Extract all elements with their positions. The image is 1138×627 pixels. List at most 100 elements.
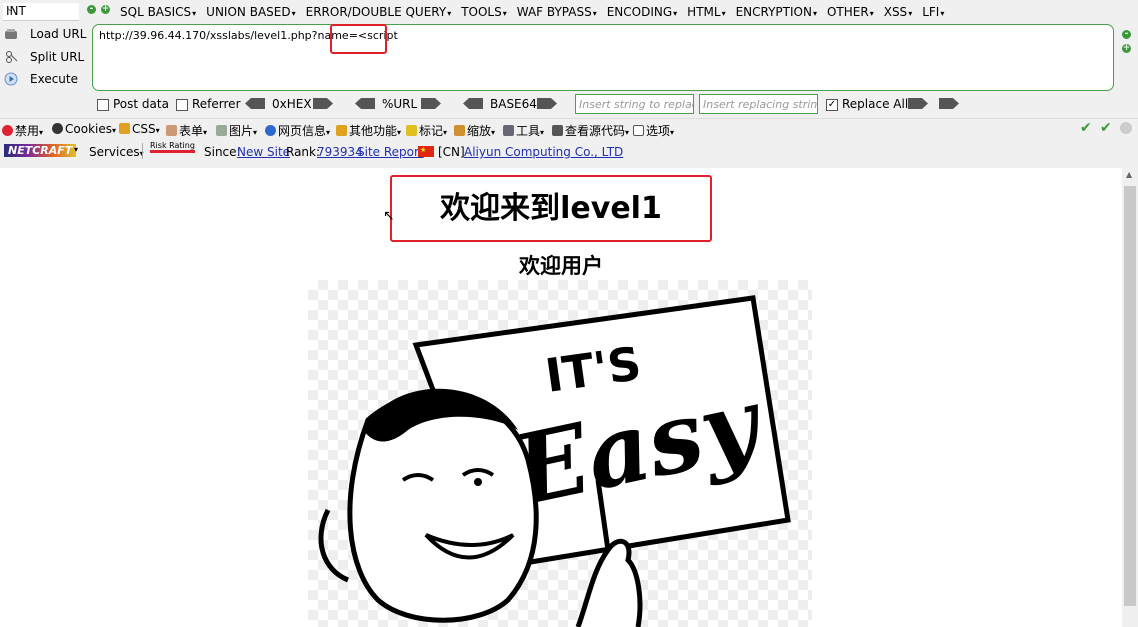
options-icon	[633, 125, 644, 136]
page-title: 欢迎来到level1	[390, 175, 712, 242]
disable-icon	[2, 125, 13, 136]
replace-all-label: Replace All	[842, 97, 909, 111]
toolbar-view-source[interactable]: 查看源代码	[552, 122, 629, 139]
hex-encode-arrow-icon[interactable]	[313, 98, 333, 109]
base64-encode-arrow-icon[interactable]	[537, 98, 557, 109]
load-url-button[interactable]: Load URL	[4, 27, 86, 41]
toolbar-disable[interactable]: 禁用	[2, 122, 43, 139]
menu-encryption[interactable]: ENCRYPTION	[736, 5, 817, 19]
menu-union-based[interactable]: UNION BASED	[206, 5, 295, 19]
chevron-down-icon[interactable]: ▾	[74, 145, 78, 154]
check-icon: ✔	[1100, 120, 1112, 136]
menu-encoding[interactable]: ENCODING	[607, 5, 677, 19]
country-code: [CN]	[438, 145, 465, 159]
toolbar-images[interactable]: 图片	[216, 122, 257, 139]
user-icon	[52, 123, 63, 134]
status-circle-icon	[1120, 122, 1132, 134]
toolbar-resize[interactable]: 缩放	[454, 122, 495, 139]
hackbar-menu-list: SQL BASICS UNION BASED ERROR/DOUBLE QUER…	[120, 5, 944, 19]
execute-button[interactable]: Execute	[4, 72, 78, 86]
hosting-link[interactable]: Aliyun Computing Co., LTD	[464, 145, 623, 159]
url-textarea[interactable]: http://39.96.44.170/xsslabs/level1.php?n…	[92, 24, 1114, 91]
scrollbar-thumb[interactable]	[1124, 186, 1136, 606]
replace-string-input[interactable]: Insert string to replace	[575, 94, 694, 114]
menu-xss[interactable]: XSS	[884, 5, 912, 19]
referrer-checkbox[interactable]	[176, 99, 188, 111]
toolbar-view-source-label: 查看源代码	[565, 124, 626, 138]
hackbar: INT ⌄ - + SQL BASICS UNION BASED ERROR/D…	[0, 0, 1138, 168]
hackbar-commands: Load URL Split URL Execute	[0, 24, 90, 92]
payload-highlight-box	[330, 24, 387, 54]
welcome-subtitle: 欢迎用户	[519, 254, 603, 278]
toolbar-options-label: 选项	[646, 124, 671, 138]
image-icon	[216, 125, 227, 136]
menu-other[interactable]: OTHER	[827, 5, 874, 19]
load-url-label: Load URL	[30, 27, 87, 41]
rank-link[interactable]: 793934	[317, 145, 363, 159]
replacing-string-input[interactable]: Insert replacing string	[699, 94, 818, 114]
toolbar-disable-label: 禁用	[15, 124, 40, 138]
menu-html[interactable]: HTML	[687, 5, 725, 19]
toolbar-forms[interactable]: 表单	[166, 122, 207, 139]
plus-icon[interactable]: +	[1122, 44, 1131, 53]
menu-waf-bypass[interactable]: WAF BYPASS	[517, 5, 597, 19]
toolbar-cookies-label: Cookies	[65, 122, 112, 136]
check-icon: ✔	[1080, 120, 1092, 136]
its-easy-illustration: IT'S Easy	[308, 280, 812, 627]
man-holding-sign-icon: IT'S Easy	[318, 295, 791, 627]
vertical-scrollbar[interactable]: ▲	[1122, 168, 1138, 627]
referrer-label: Referrer	[192, 97, 241, 111]
plus-icon[interactable]: +	[101, 5, 110, 14]
hex-decode-arrow-icon[interactable]	[245, 98, 265, 109]
replace-all-checkbox[interactable]: ✓	[826, 99, 838, 111]
menu-tools[interactable]: TOOLS	[461, 5, 507, 19]
divider	[142, 143, 143, 159]
menu-error-double-query[interactable]: ERROR/DOUBLE QUERY	[306, 5, 452, 19]
since-label: Since:	[204, 145, 241, 159]
toolbar-page-info[interactable]: 网页信息	[265, 122, 330, 139]
toolbar-options[interactable]: 选项	[633, 122, 674, 139]
pencil-icon	[119, 123, 130, 134]
toolbar-tools-label: 工具	[516, 124, 541, 138]
hackbar-menubar: INT ⌄ - + SQL BASICS UNION BASED ERROR/D…	[0, 0, 1138, 24]
post-data-checkbox[interactable]	[97, 99, 109, 111]
toolbar-forms-label: 表单	[179, 124, 204, 138]
url-encoding-label: %URL	[382, 97, 418, 111]
toolbar-tools[interactable]: 工具	[503, 122, 544, 139]
toolbar-cookies[interactable]: Cookies	[52, 122, 116, 136]
hex-label: 0xHEX	[272, 97, 312, 111]
hackbar-options-row: Post data Referrer 0xHEX %URL BASE64 Ins…	[0, 94, 1138, 116]
since-link[interactable]: New Site	[237, 145, 290, 159]
toolbar-css[interactable]: CSS	[119, 122, 160, 136]
toolbar-misc[interactable]: 其他功能	[336, 122, 401, 139]
toolbar-resize-label: 缩放	[467, 124, 492, 138]
toolbar-outline[interactable]: 标记	[406, 122, 447, 139]
injection-type-select[interactable]: INT ⌄	[3, 3, 79, 21]
toolbar-page-info-label: 网页信息	[278, 124, 327, 138]
minus-icon[interactable]: -	[87, 5, 96, 14]
netcraft-logo[interactable]: NETCRAFT	[4, 144, 77, 157]
services-menu[interactable]: Services	[89, 145, 144, 159]
menu-lfi[interactable]: LFI	[922, 5, 944, 19]
replace-arrow-icon[interactable]	[908, 98, 928, 109]
netcraft-toolbar: NETCRAFT ▾ Services Risk Rating Since: N…	[0, 140, 1138, 162]
toolbar-misc-label: 其他功能	[349, 124, 398, 138]
source-icon	[552, 125, 563, 136]
split-url-button[interactable]: Split URL	[4, 50, 84, 64]
base64-label: BASE64	[490, 97, 537, 111]
chevron-down-icon: ⌄	[6, 3, 15, 14]
mouse-cursor-icon: ↖	[383, 208, 395, 224]
toolbar-images-label: 图片	[229, 124, 254, 138]
site-report-link[interactable]: Site Report	[357, 145, 424, 159]
execute-label: Execute	[30, 72, 78, 86]
url-decode-arrow-icon[interactable]	[355, 98, 375, 109]
base64-decode-arrow-icon[interactable]	[463, 98, 483, 109]
risk-rating-meter: Risk Rating	[150, 141, 195, 153]
menu-sql-basics[interactable]: SQL BASICS	[120, 5, 196, 19]
scroll-up-icon[interactable]: ▲	[1126, 170, 1132, 179]
url-encode-arrow-icon[interactable]	[421, 98, 441, 109]
minus-icon[interactable]: -	[1122, 30, 1131, 39]
load-url-icon	[5, 29, 17, 39]
replace-all-arrow-icon[interactable]	[939, 98, 959, 109]
toolbar-css-label: CSS	[132, 122, 156, 136]
